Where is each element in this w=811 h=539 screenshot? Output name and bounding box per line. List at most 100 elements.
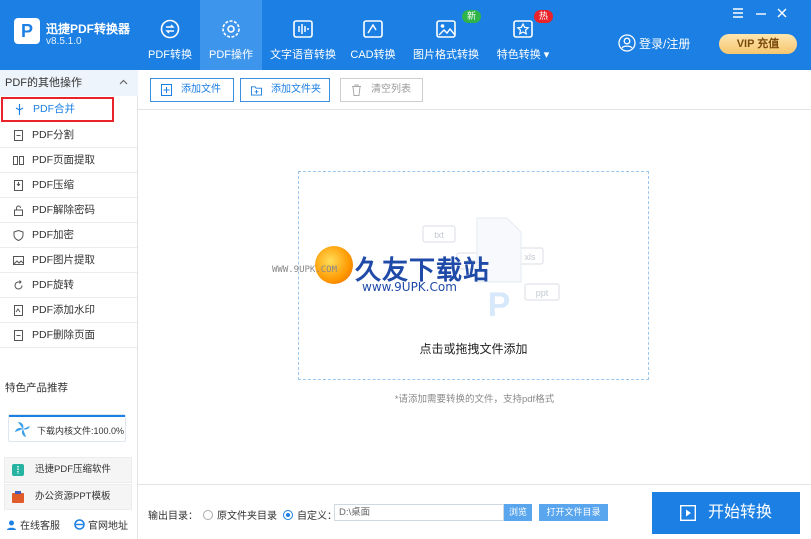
sidebar-item-label: PDF合并	[33, 103, 75, 115]
shield-icon	[13, 230, 24, 241]
xls-label: xls	[525, 252, 536, 262]
sidebar-item-page-extract[interactable]: PDF页面提取	[0, 148, 137, 173]
watermark-icon	[14, 305, 23, 316]
sidebar-item-pdf-encrypt[interactable]: PDF加密	[0, 223, 137, 248]
login-button[interactable]: 登录/注册	[618, 34, 690, 52]
nav-label: PDF操作	[209, 49, 253, 61]
gear-icon	[222, 20, 240, 38]
promo-ppt-templates[interactable]: 办公资源PPT模板	[4, 484, 132, 510]
sidebar-item-label: PDF旋转	[32, 279, 74, 291]
sidebar-item-image-extract[interactable]: PDF图片提取	[0, 248, 137, 273]
radio-original-folder[interactable]: 原文件夹目录	[203, 507, 277, 522]
clear-list-button[interactable]: 清空列表	[340, 78, 423, 102]
add-file-button[interactable]: 添加文件	[150, 78, 234, 102]
sidebar-item-remove-password[interactable]: PDF解除密码	[0, 198, 137, 223]
nav-label: CAD转换	[350, 49, 396, 61]
clear-list-label: 清空列表	[371, 84, 411, 95]
add-folder-icon	[251, 86, 262, 96]
image-icon	[13, 256, 24, 265]
delete-page-icon	[14, 330, 23, 341]
promo-pdf-compress-app[interactable]: 迅捷PDF压缩软件	[4, 457, 132, 483]
audio-wave-icon	[293, 20, 313, 38]
sidebar: PDF的其他操作 PDF合并 PDF分割 PDF页面提取 PDF压缩 PDF解除…	[0, 70, 138, 539]
promo-title: 特色产品推荐	[5, 382, 68, 394]
drop-zone-text: 点击或拖拽文件添加	[419, 342, 528, 356]
chevron-up-icon	[119, 79, 128, 85]
output-path-input[interactable]: D:\桌面	[334, 504, 504, 521]
app-logo: P	[14, 18, 40, 44]
open-folder-button[interactable]: 打开文件目录	[539, 504, 608, 521]
download-progress-text: 下载内核文件:100.0%	[37, 426, 125, 436]
compress-app-icon	[12, 464, 24, 476]
nav-label: 特色转换 ▾	[496, 49, 550, 61]
play-icon	[680, 505, 696, 521]
start-convert-label: 开始转换	[708, 504, 773, 521]
sidebar-item-label: PDF解除密码	[32, 204, 95, 216]
watermark-url-small: WWW.9UPK.COM	[272, 265, 338, 275]
sidebar-title[interactable]: PDF的其他操作	[0, 70, 138, 96]
download-progress-card: 下载内核文件:100.0%	[8, 414, 126, 442]
radio-label: 自定义：	[297, 511, 337, 522]
hot-badge: 热	[534, 10, 554, 23]
sidebar-title-label: PDF的其他操作	[5, 77, 82, 89]
nav-label: 图片格式转换	[413, 49, 479, 61]
pinwheel-icon	[15, 421, 30, 437]
sidebar-item-label: PDF删除页面	[32, 329, 95, 341]
supported-format-hint: *请添加需要转换的文件，支持pdf格式	[394, 394, 555, 405]
nav-pdf-convert[interactable]: PDF转换	[140, 0, 200, 70]
app-version: v8.5.1.0	[46, 36, 82, 47]
add-file-label: 添加文件	[181, 84, 221, 95]
add-folder-button[interactable]: 添加文件夹	[240, 78, 330, 102]
sidebar-item-pdf-rotate[interactable]: PDF旋转	[0, 273, 137, 298]
image-icon	[436, 20, 456, 38]
menu-icon[interactable]	[731, 6, 745, 20]
txt-label: txt	[434, 230, 444, 240]
minimize-icon[interactable]	[754, 6, 768, 20]
pdf-logo-letter: P	[488, 286, 511, 318]
promo-label: 办公资源PPT模板	[35, 491, 111, 502]
watermark-url: www.9UPK.Com	[362, 280, 457, 294]
sidebar-item-pdf-merge[interactable]: PDF合并	[1, 97, 114, 122]
promo-label: 迅捷PDF压缩软件	[35, 464, 112, 475]
close-icon[interactable]	[775, 6, 789, 20]
ppt-label: ppt	[536, 288, 549, 298]
sidebar-item-delete-pages[interactable]: PDF删除页面	[0, 323, 137, 348]
start-convert-button[interactable]: 开始转换	[652, 492, 800, 534]
sidebar-item-pdf-compress[interactable]: PDF压缩	[0, 173, 137, 198]
output-dir-label: 输出目录：	[148, 511, 198, 522]
page-extract-icon	[13, 156, 24, 165]
nav-label: PDF转换	[148, 49, 192, 61]
online-service-link[interactable]: 在线客服	[6, 517, 60, 532]
online-service-label: 在线客服	[20, 521, 60, 532]
download-progress-bar	[9, 415, 125, 417]
app-name: 迅捷PDF转换器	[46, 22, 131, 36]
compress-icon	[14, 180, 23, 191]
add-folder-label: 添加文件夹	[271, 84, 321, 95]
browse-button[interactable]: 浏览	[504, 504, 532, 521]
nav-label: 文字语音转换	[270, 49, 336, 61]
nav-cad-convert[interactable]: CAD转换	[346, 0, 400, 70]
ppt-template-icon	[12, 491, 24, 503]
cad-icon	[363, 20, 383, 38]
nav-text-speech[interactable]: 文字语音转换	[270, 0, 336, 70]
sidebar-item-label: PDF加密	[32, 229, 74, 241]
new-badge: 新	[462, 10, 482, 23]
radio-custom-folder[interactable]: 自定义：	[283, 507, 337, 522]
split-icon	[14, 130, 23, 141]
sidebar-item-label: PDF分割	[32, 129, 74, 141]
official-site-link[interactable]: 官网地址	[74, 517, 128, 532]
radio-circle-selected	[283, 509, 293, 520]
ie-icon	[74, 519, 85, 530]
radio-circle	[203, 509, 213, 520]
nav-pdf-operations[interactable]: PDF操作	[200, 0, 262, 70]
sidebar-item-pdf-split[interactable]: PDF分割	[0, 123, 137, 148]
title-bar: P 迅捷PDF转换器 v8.5.1.0 PDF转换 PDF操作 文字语音转换 C…	[0, 0, 811, 70]
sidebar-item-add-watermark[interactable]: PDF添加水印	[0, 298, 137, 323]
trash-icon	[352, 84, 361, 96]
radio-label: 原文件夹目录	[217, 511, 277, 522]
star-box-icon	[513, 20, 533, 38]
add-file-icon	[161, 84, 172, 96]
vip-recharge-button[interactable]: VIP 充值	[719, 34, 797, 54]
sidebar-item-label: PDF页面提取	[32, 154, 95, 166]
user-icon	[618, 34, 636, 52]
